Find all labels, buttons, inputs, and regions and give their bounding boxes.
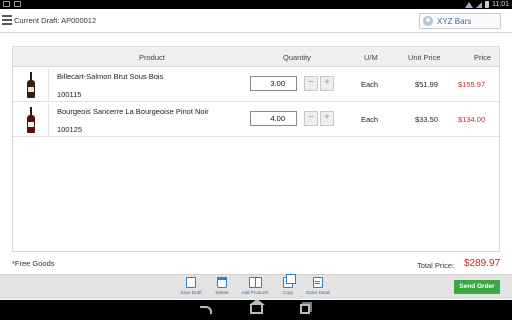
- product-image: [13, 103, 49, 137]
- quantity-input[interactable]: 4.00: [250, 111, 297, 126]
- notification-icons: [3, 1, 21, 7]
- action-bar: Save Draft Delete Add Products Copy Orde…: [0, 274, 512, 299]
- copy-icon: [283, 274, 296, 288]
- column-quantity: Quantity: [283, 53, 311, 62]
- current-draft-label: Current Draft: AP000012: [14, 16, 97, 25]
- save-icon: [186, 277, 196, 288]
- column-price: Price: [474, 53, 492, 62]
- product-image: [13, 68, 49, 102]
- add-products-button[interactable]: Add Products: [240, 277, 270, 295]
- order-detail-button[interactable]: Order Detail: [303, 277, 333, 295]
- signal-icon: [476, 1, 482, 8]
- back-icon[interactable]: [200, 306, 212, 314]
- recent-apps-icon[interactable]: [300, 304, 310, 314]
- unit-price: $33.50: [415, 115, 438, 124]
- notification-photo-icon: [14, 1, 21, 7]
- save-draft-button[interactable]: Save Draft: [176, 277, 206, 295]
- status-bar: 11:01: [0, 0, 512, 9]
- battery-icon: [485, 1, 489, 8]
- quantity-input[interactable]: 3.00: [250, 76, 297, 91]
- product-code: 100115: [57, 90, 82, 99]
- table-row[interactable]: Billecart-Salmon Brut Sous Bois 100115 3…: [13, 68, 499, 102]
- total-price-value: $289.97: [464, 258, 501, 269]
- unit-of-measure: Each: [361, 80, 379, 89]
- quantity-decrement-button[interactable]: −: [304, 76, 318, 91]
- product-name: Billecart-Salmon Brut Sous Bois: [57, 72, 164, 81]
- status-time: 11:01: [492, 1, 509, 8]
- column-unit-price: Unit Price: [408, 53, 441, 62]
- unit-price: $51.99: [415, 80, 438, 89]
- delete-button[interactable]: Delete: [207, 277, 237, 295]
- trash-icon: [217, 277, 227, 288]
- account-button[interactable]: XYZ Bars: [419, 13, 501, 29]
- table-header: Product Quantity U/M Unit Price Price: [13, 47, 499, 67]
- app-header: Current Draft: AP000012 XYZ Bars: [0, 9, 512, 33]
- product-code: 100125: [57, 125, 83, 134]
- account-name: XYZ Bars: [437, 16, 472, 26]
- total-price-label: Total Price:: [417, 261, 455, 270]
- delete-label: Delete: [215, 290, 229, 295]
- copy-button[interactable]: Copy: [273, 274, 303, 295]
- line-price: $134.00: [458, 115, 486, 124]
- wifi-icon: [465, 1, 473, 8]
- detail-icon: [313, 277, 323, 288]
- status-indicators: 11:01: [465, 0, 509, 9]
- home-icon[interactable]: [249, 299, 265, 314]
- wine-bottle-icon: [26, 72, 35, 98]
- order-detail-label: Order Detail: [305, 290, 331, 295]
- menu-icon[interactable]: [2, 15, 12, 25]
- line-price: $155.97: [458, 80, 486, 89]
- column-product: Product: [139, 53, 165, 62]
- send-order-button[interactable]: Send Order: [454, 280, 500, 294]
- quantity-increment-button[interactable]: +: [320, 111, 334, 126]
- notification-image-icon: [3, 1, 10, 7]
- avatar-icon: [423, 16, 433, 26]
- copy-label: Copy: [282, 290, 294, 295]
- book-icon: [248, 277, 262, 288]
- column-um: U/M: [364, 53, 378, 62]
- save-draft-label: Save Draft: [180, 290, 202, 295]
- quantity-increment-button[interactable]: +: [320, 76, 334, 91]
- system-nav-bar: [0, 299, 512, 320]
- add-products-label: Add Products: [241, 290, 269, 295]
- table-row[interactable]: Bourgeois Sancerre La Bourgeoise Pinot N…: [13, 103, 499, 137]
- unit-of-measure: Each: [361, 115, 379, 124]
- wine-bottle-icon: [26, 107, 35, 133]
- product-name: Bourgeois Sancerre La Bourgeoise Pinot N…: [57, 107, 209, 116]
- free-goods-note: *Free Goods: [12, 259, 55, 268]
- quantity-decrement-button[interactable]: −: [304, 111, 318, 126]
- order-table: Product Quantity U/M Unit Price Price Bi…: [12, 46, 500, 252]
